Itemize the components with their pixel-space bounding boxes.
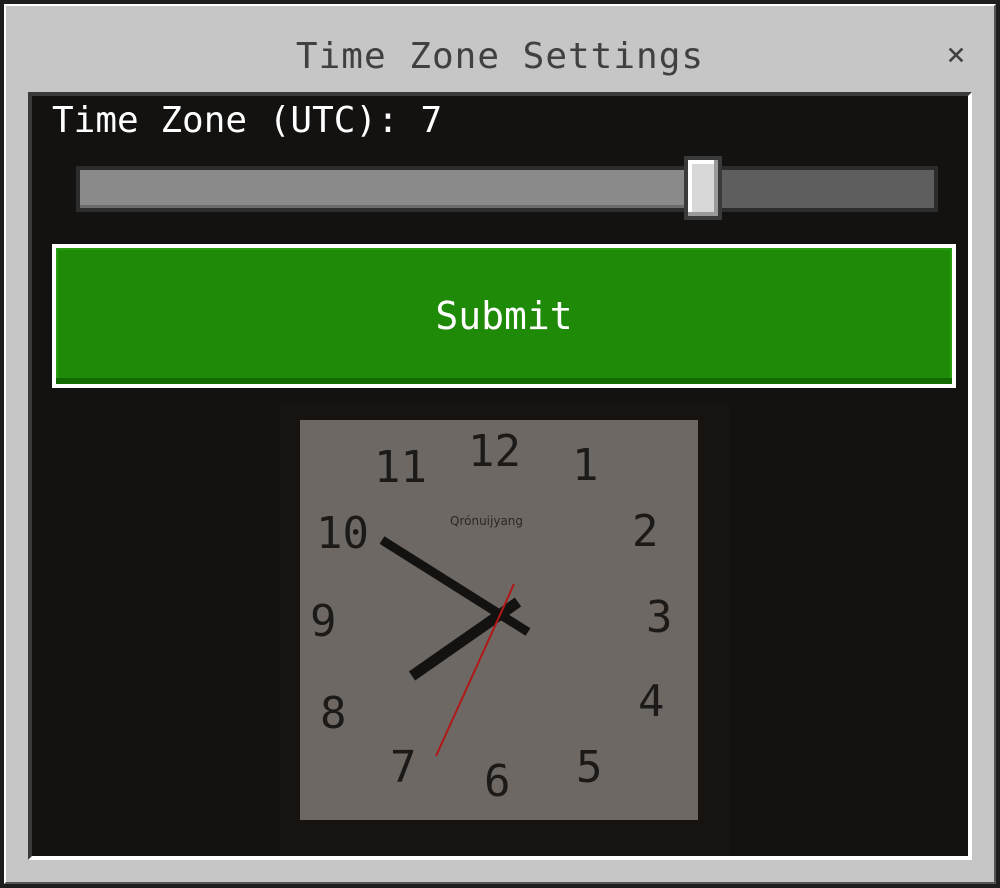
slider-thumb[interactable] [684,156,722,220]
timezone-label: Time Zone (UTC): 7 [52,100,443,141]
clock-hour-hand [408,597,522,681]
clock-minute-hand [379,536,531,636]
dialog-title: Time Zone Settings [295,36,705,77]
slider-fill [80,170,703,208]
background-scene: 12 1 2 3 4 5 6 7 8 9 10 11 Qrónuijyang T… [32,96,968,856]
time-zone-dialog: Time Zone Settings × 12 1 2 3 4 5 6 7 8 … [0,0,1000,888]
submit-button[interactable]: Submit [52,244,956,388]
timezone-slider[interactable] [76,156,938,220]
content-panel: 12 1 2 3 4 5 6 7 8 9 10 11 Qrónuijyang T… [28,92,972,860]
close-icon[interactable]: × [936,34,976,74]
dialog-titlebar: Time Zone Settings × [6,6,994,96]
clock-second-hand [435,583,515,757]
